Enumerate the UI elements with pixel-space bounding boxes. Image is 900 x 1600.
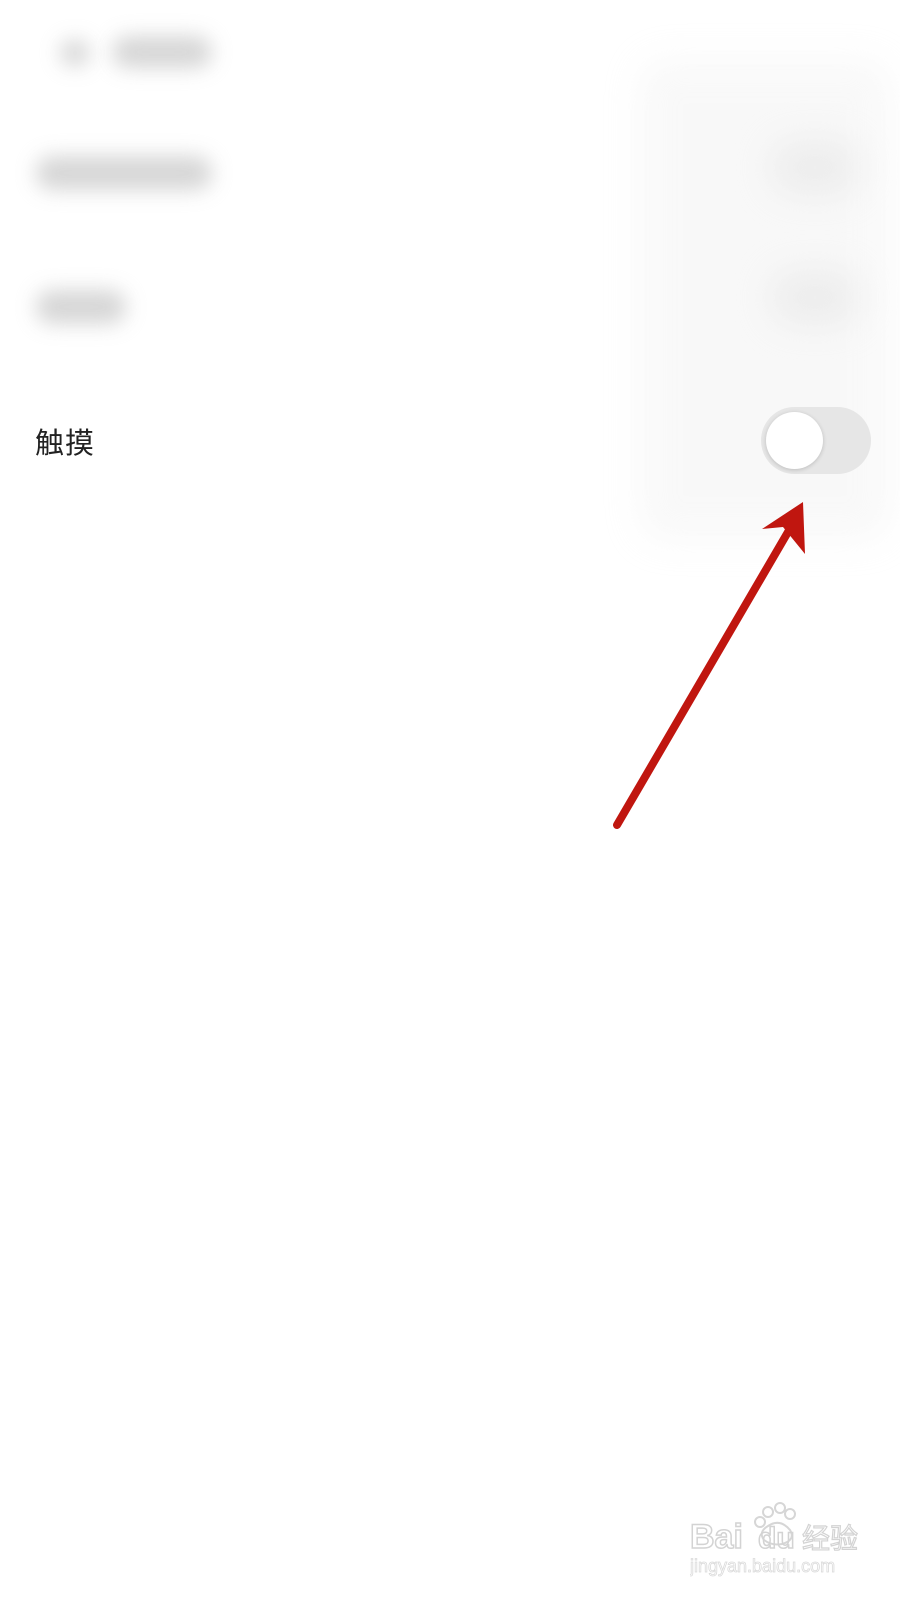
blurred-back-button[interactable] <box>60 40 90 66</box>
svg-text:jingyan.baidu.com: jingyan.baidu.com <box>690 1556 835 1576</box>
svg-text:Bai: Bai <box>690 1518 743 1556</box>
svg-text:经验: 经验 <box>802 1522 858 1555</box>
settings-screen: 触摸 Bai du 经验 jingyan.baidu.com <box>0 0 900 1600</box>
touch-toggle-switch[interactable] <box>761 407 871 474</box>
blurred-setting-label-1 <box>36 156 212 190</box>
blurred-setting-label-2 <box>36 290 126 324</box>
touch-setting-row[interactable]: 触摸 <box>0 390 900 500</box>
svg-text:du: du <box>758 1522 795 1555</box>
blurred-page-title <box>112 36 212 68</box>
watermark-logo: Bai du 经验 jingyan.baidu.com <box>689 1500 890 1590</box>
touch-setting-label: 触摸 <box>35 426 96 460</box>
toggle-knob[interactable] <box>766 412 823 469</box>
